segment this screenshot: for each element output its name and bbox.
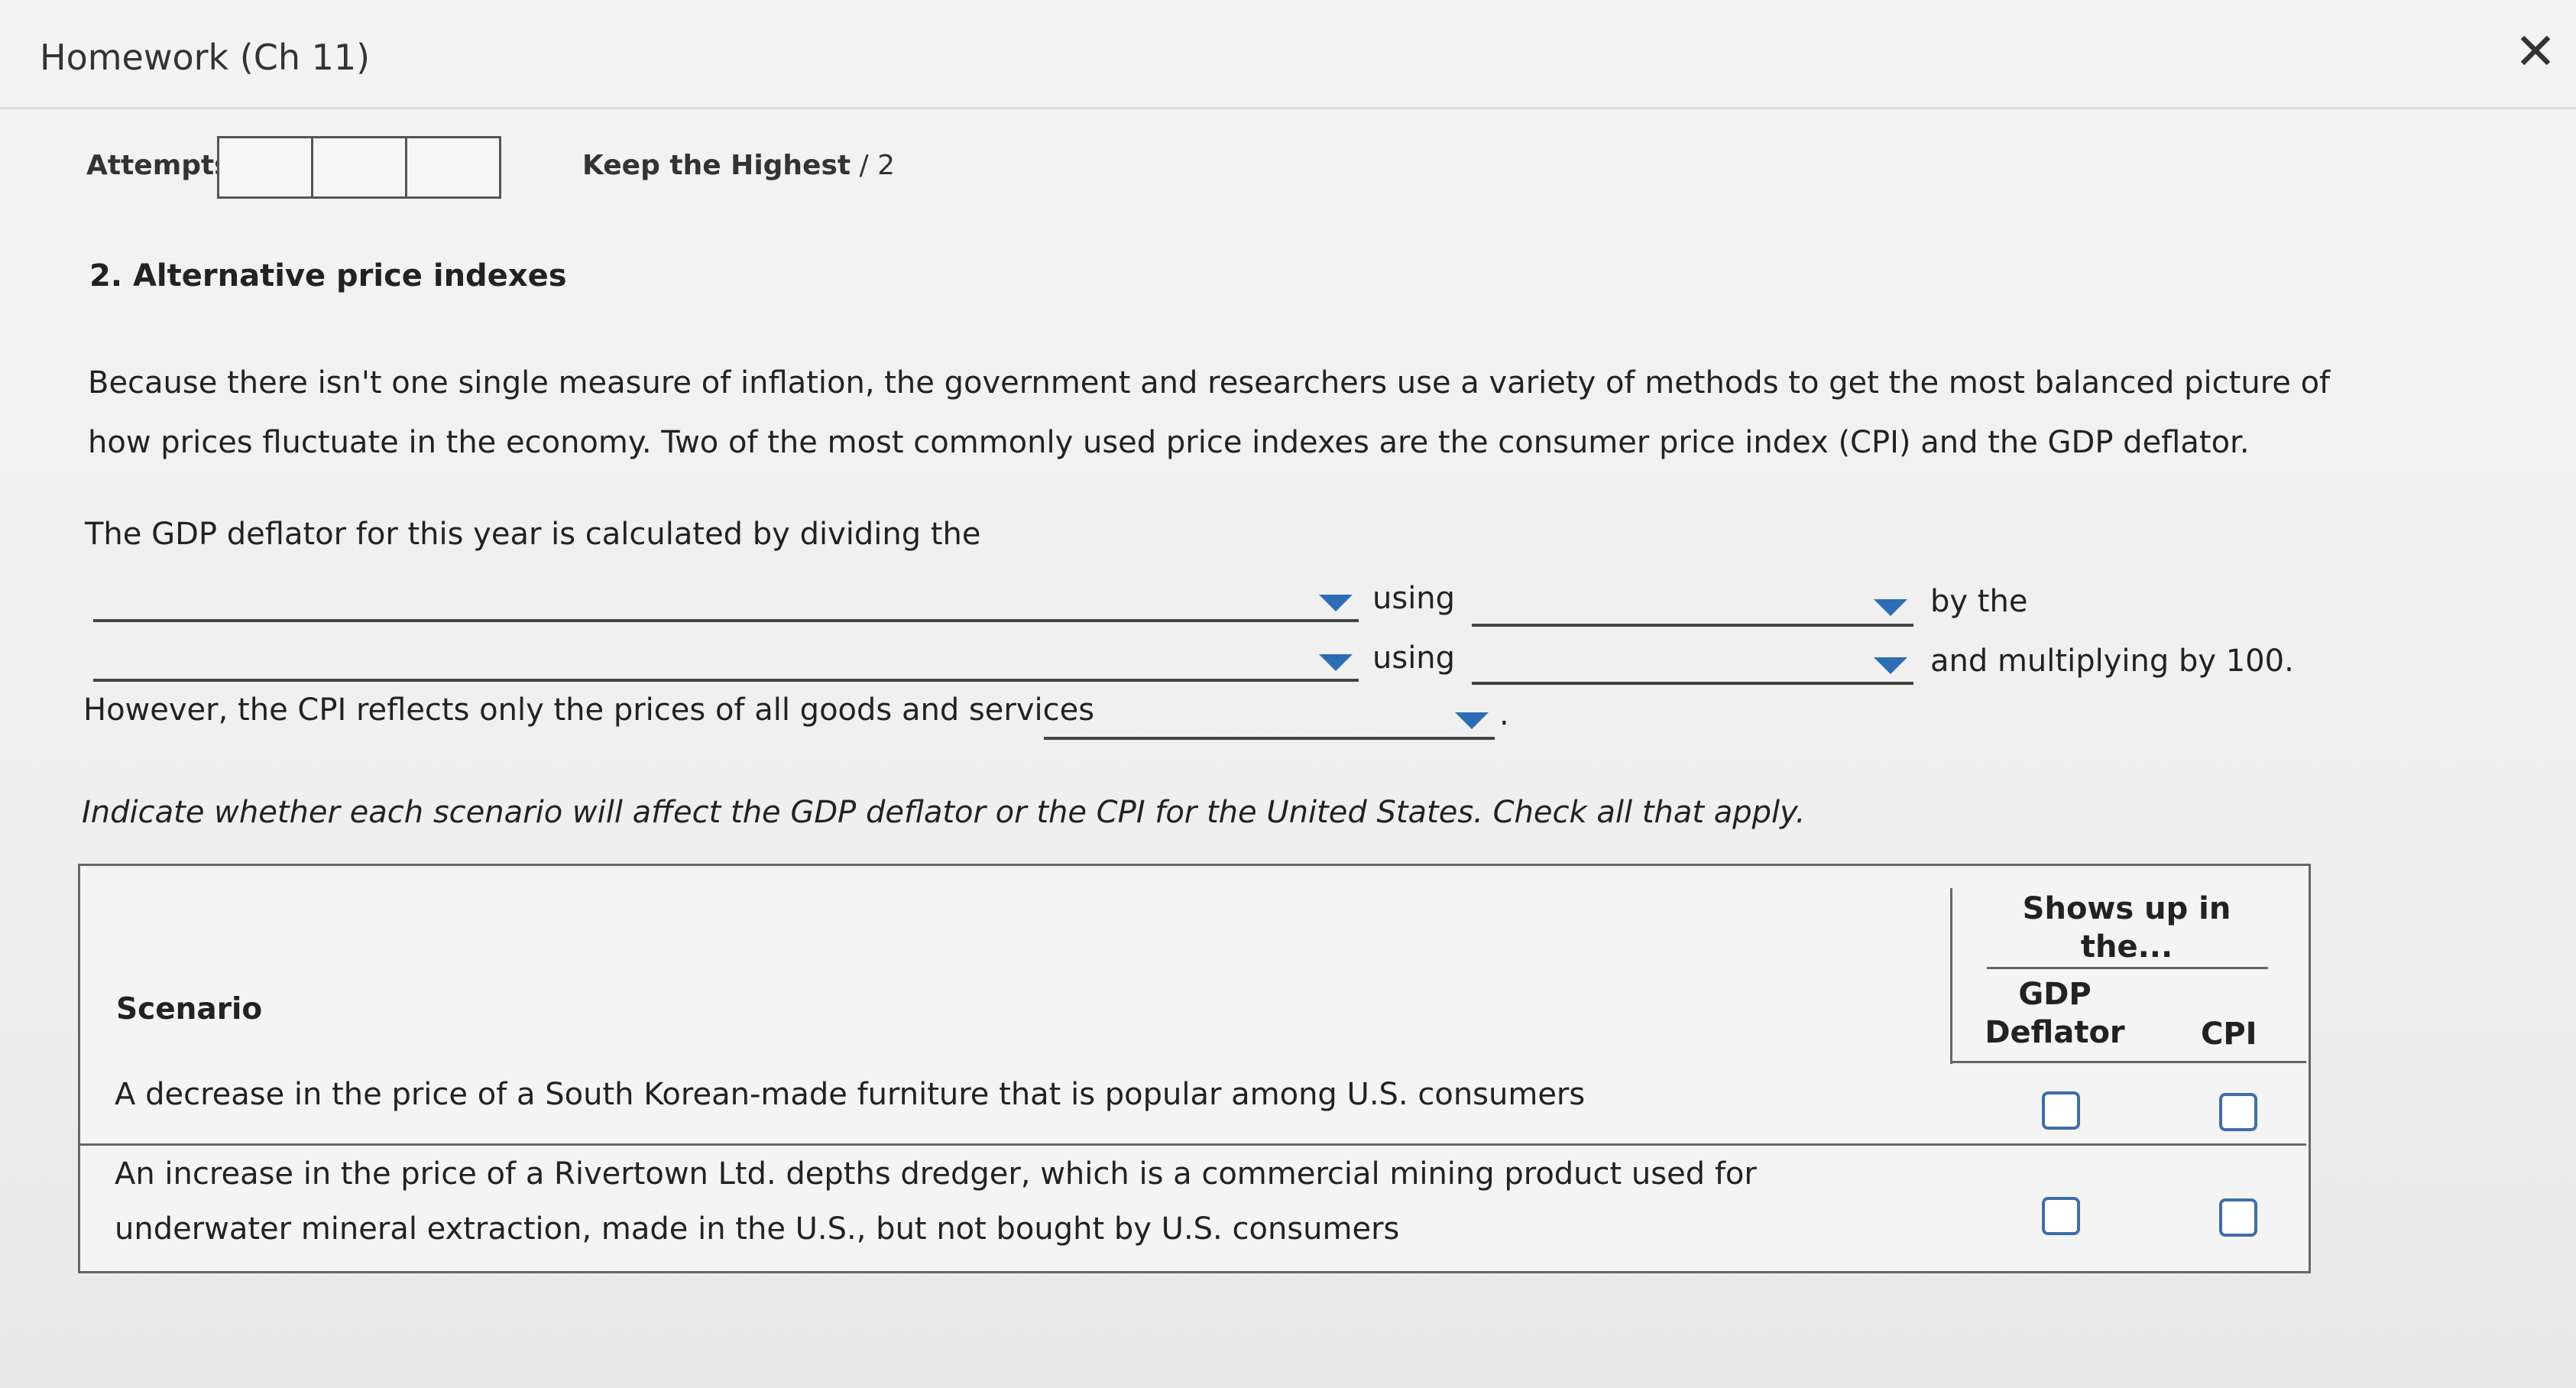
chevron-down-icon (1455, 712, 1489, 729)
keep-highest-count: / 2 (851, 150, 896, 181)
homework-panel: Homework (Ch 11) ✕ Attempts Keep the Hig… (0, 0, 2576, 1388)
divider (1950, 1061, 2306, 1063)
multiply-label: and multiplying by 100. (1930, 644, 2294, 679)
header-bar: Homework (Ch 11) ✕ (0, 0, 2576, 109)
table-row-scenario-2: An increase in the price of a Rivertown … (115, 1156, 1757, 1247)
shows-up-header: Shows up in the... (2022, 891, 2231, 965)
using-label-1: using (1372, 581, 1456, 616)
question-title: 2. Alternative price indexes (89, 258, 567, 293)
table-row-scenario-1: A decrease in the price of a South Korea… (115, 1077, 1586, 1112)
column-header-cpi: CPI (2201, 1017, 2257, 1052)
question-intro: Because there isn't one single measure o… (88, 365, 2331, 460)
attempts-label: Attempts (86, 150, 231, 181)
close-icon[interactable]: ✕ (2511, 27, 2560, 77)
attempt-box (313, 138, 407, 196)
dropdown-denominator-prices[interactable] (1472, 644, 1913, 685)
checkbox-row1-gdp[interactable] (2042, 1091, 2080, 1130)
by-the-label: by the (1930, 584, 2028, 619)
gdp-sentence: The GDP deflator for this year is calcul… (85, 517, 981, 552)
column-header-gdp-deflator: GDP Deflator (1985, 977, 2125, 1050)
dropdown-numerator[interactable] (93, 581, 1359, 622)
dropdown-numerator-prices[interactable] (1472, 585, 1913, 627)
keep-highest-bold: Keep the Highest (582, 150, 851, 181)
attempt-box (219, 138, 313, 196)
checkbox-row1-cpi[interactable] (2219, 1093, 2257, 1131)
attempt-indicators (217, 136, 501, 199)
attempt-box (407, 138, 499, 196)
chevron-down-icon (1874, 599, 1907, 616)
using-label-2: using (1372, 640, 1456, 676)
dropdown-denominator[interactable] (93, 640, 1359, 682)
table-row-divider (78, 1143, 2306, 1146)
chevron-down-icon (1319, 654, 1353, 671)
instruction-text: Indicate whether each scenario will affe… (82, 795, 1806, 830)
dropdown-cpi-goods[interactable] (1044, 699, 1495, 740)
checkbox-row2-cpi[interactable] (2219, 1198, 2257, 1237)
cpi-sentence: However, the CPI reflects only the price… (83, 692, 1095, 728)
column-header-scenario: Scenario (116, 992, 263, 1026)
divider (1987, 967, 2268, 969)
chevron-down-icon (1874, 657, 1907, 674)
sentence-period: . (1499, 697, 1509, 732)
keep-highest-label: Keep the Highest / 2 (582, 150, 895, 181)
page-title: Homework (Ch 11) (40, 37, 371, 78)
chevron-down-icon (1319, 595, 1353, 611)
checkbox-row2-gdp[interactable] (2042, 1197, 2080, 1235)
